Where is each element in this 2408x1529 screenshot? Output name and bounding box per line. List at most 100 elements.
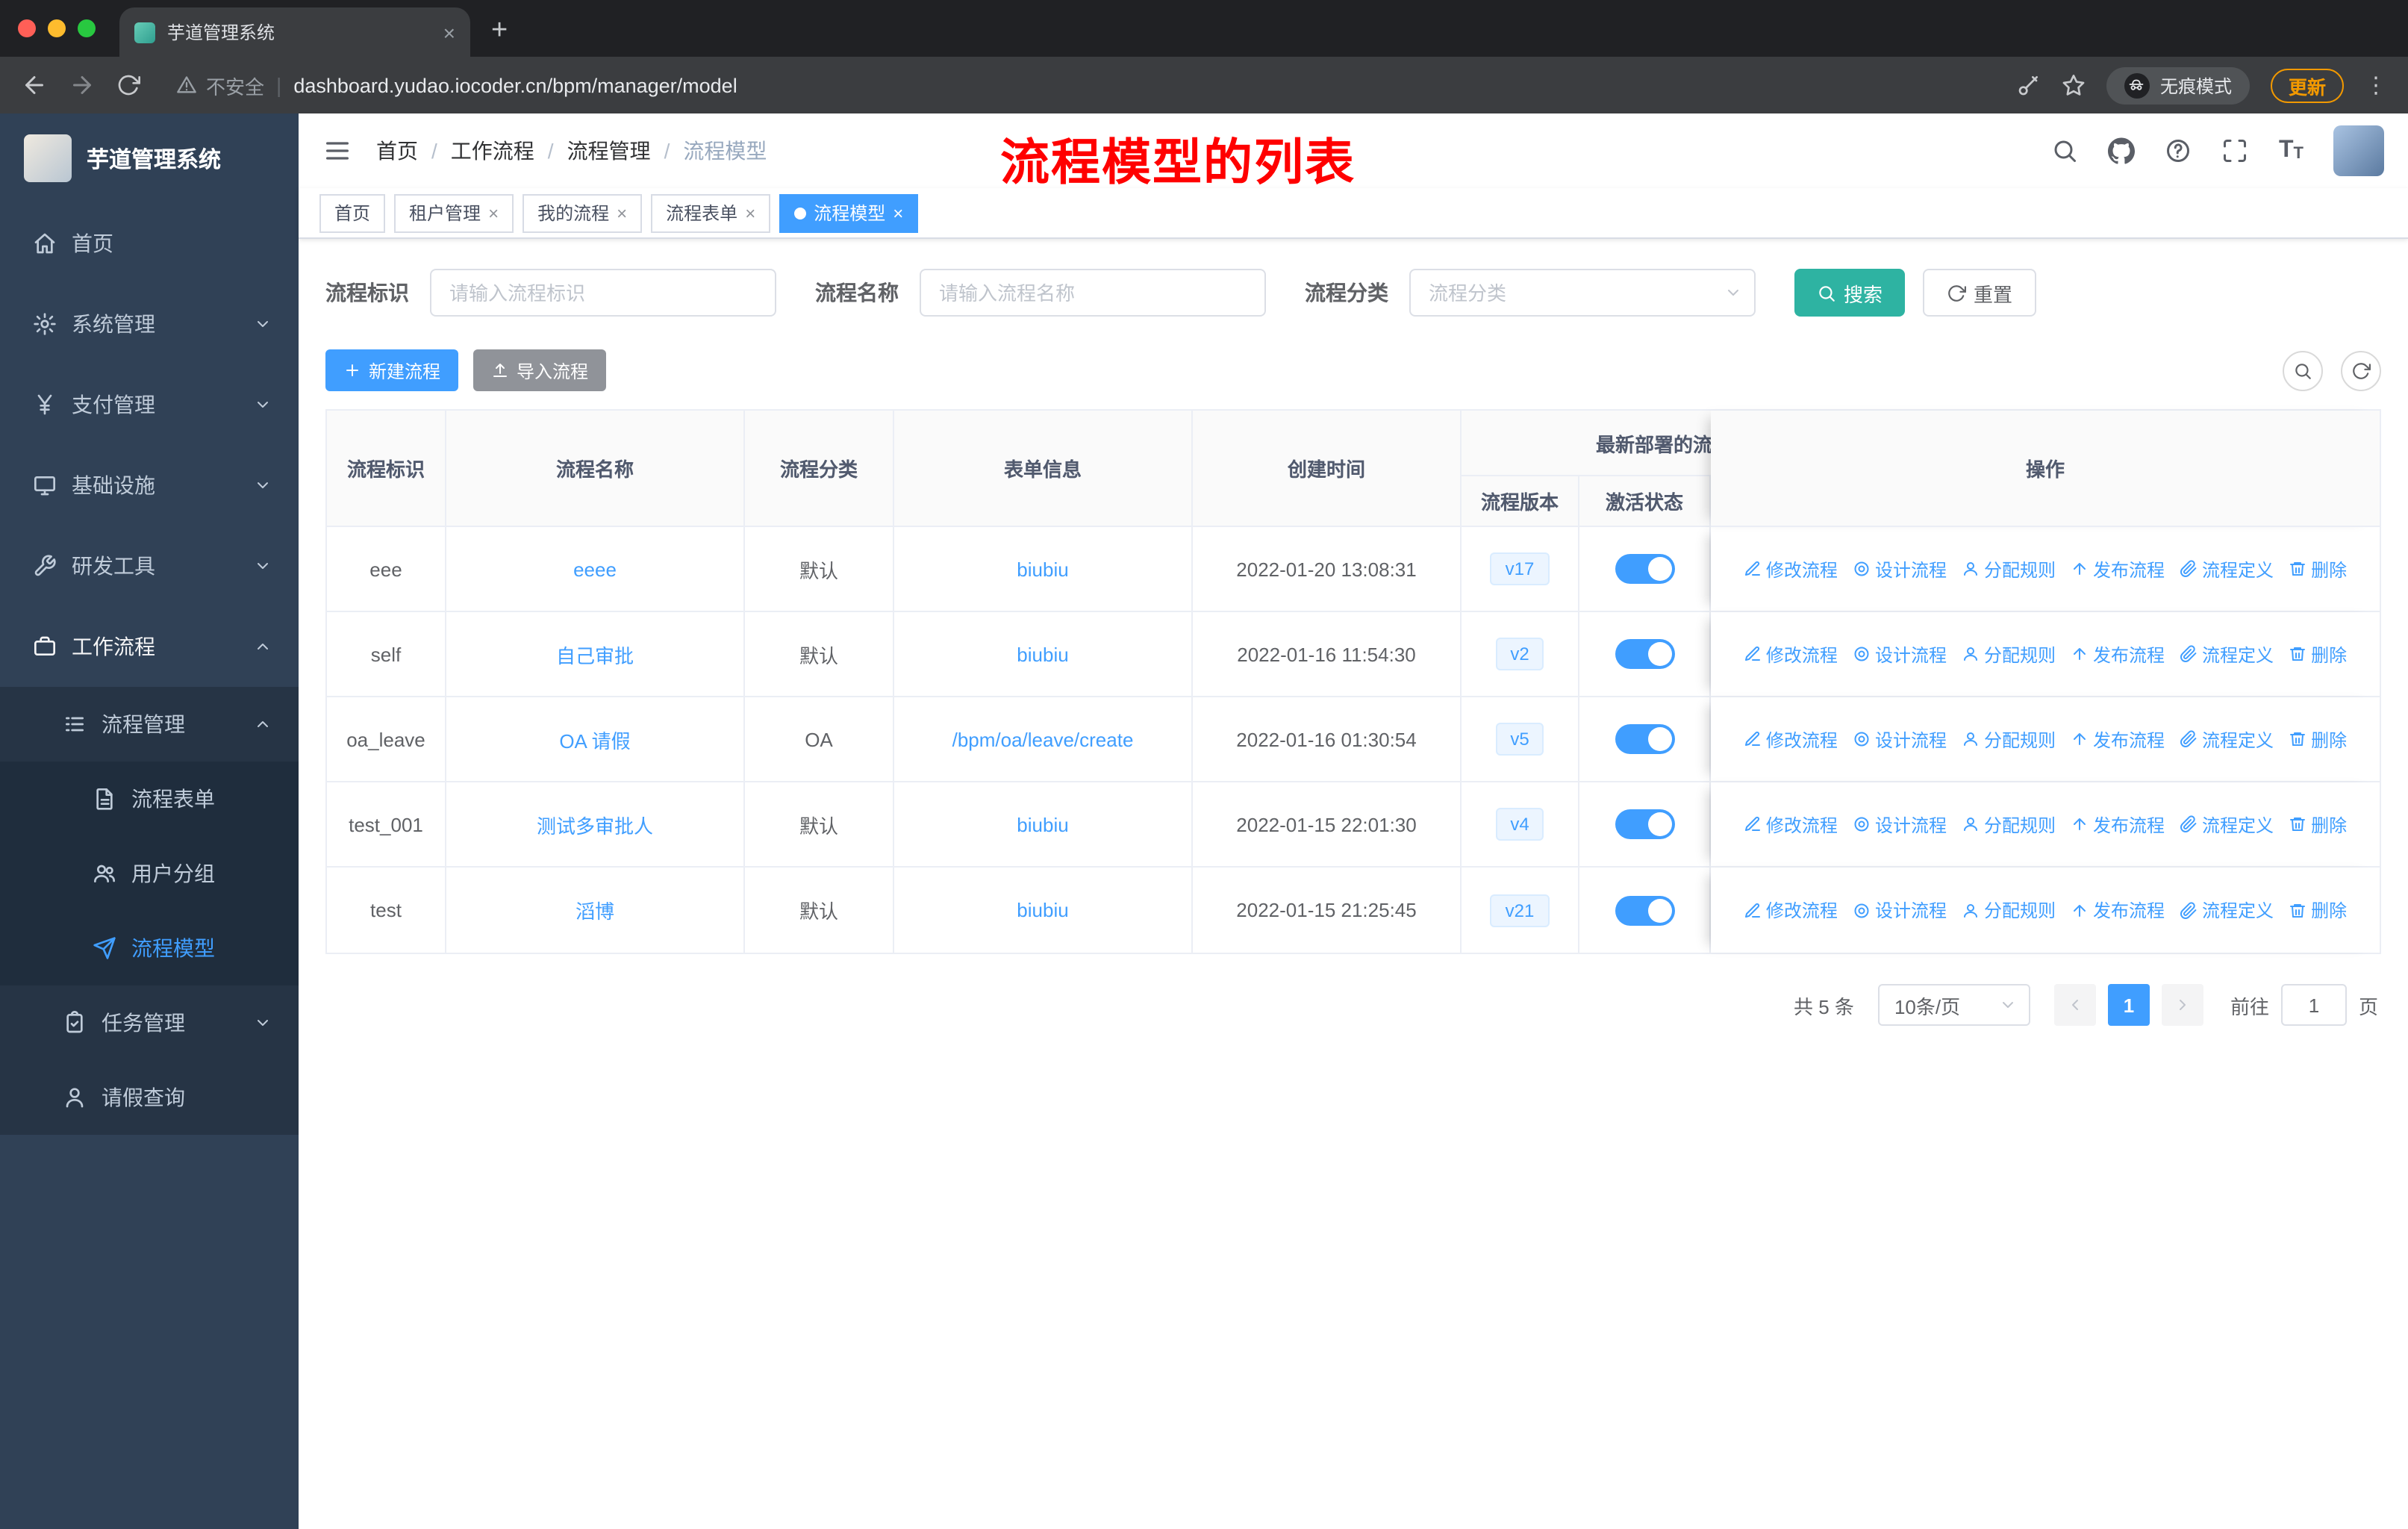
browser-menu-icon[interactable]: ⋮ xyxy=(2365,72,2387,99)
form-link[interactable]: /bpm/oa/leave/create xyxy=(952,728,1134,750)
page-size-select[interactable]: 10条/页 xyxy=(1877,984,2030,1026)
tab-close-icon[interactable]: × xyxy=(443,22,455,43)
action-publish-link[interactable]: 发布流程 xyxy=(2071,897,2165,923)
tag-my-process[interactable]: 我的流程 × xyxy=(523,193,643,232)
sidebar-item-workflow[interactable]: 工作流程 xyxy=(0,606,299,687)
active-toggle[interactable] xyxy=(1615,895,1674,925)
version-badge[interactable]: v4 xyxy=(1495,808,1544,841)
prev-page-button[interactable] xyxy=(2053,984,2096,1026)
tag-home[interactable]: 首页 xyxy=(319,193,386,232)
close-window-button[interactable] xyxy=(18,19,36,37)
browser-tab[interactable]: 芋道管理系统 × xyxy=(119,7,470,57)
close-icon[interactable]: × xyxy=(745,202,755,223)
tag-process-form[interactable]: 流程表单 × xyxy=(651,193,771,232)
reset-button[interactable]: 重置 xyxy=(1923,269,2037,317)
tag-process-model[interactable]: 流程模型 × xyxy=(779,193,919,232)
form-link[interactable]: biubiu xyxy=(1017,813,1068,835)
github-icon[interactable] xyxy=(2109,137,2136,164)
action-publish-link[interactable]: 发布流程 xyxy=(2071,726,2165,752)
chrome-update-button[interactable]: 更新 xyxy=(2270,68,2344,102)
action-edit-link[interactable]: 修改流程 xyxy=(1744,641,1838,667)
action-publish-link[interactable]: 发布流程 xyxy=(2071,556,2165,582)
sidebar-item-devtools[interactable]: 研发工具 xyxy=(0,526,299,606)
breadcrumb-workflow[interactable]: 工作流程 xyxy=(451,136,534,166)
search-icon[interactable] xyxy=(2052,137,2079,164)
action-assign-link[interactable]: 分配规则 xyxy=(1962,812,2056,837)
action-publish-link[interactable]: 发布流程 xyxy=(2071,641,2165,667)
sidebar-item-payment[interactable]: 支付管理 xyxy=(0,364,299,445)
sidebar-item-home[interactable]: 首页 xyxy=(0,203,299,284)
new-tab-button[interactable]: + xyxy=(491,16,508,45)
goto-page-input[interactable] xyxy=(2280,984,2347,1026)
sidebar-item-user-group[interactable]: 用户分组 xyxy=(0,836,299,911)
help-icon[interactable] xyxy=(2165,137,2192,164)
next-page-button[interactable] xyxy=(2161,984,2203,1026)
model-name-link[interactable]: 自己审批 xyxy=(556,640,634,668)
model-name-link[interactable]: OA 请假 xyxy=(559,725,630,753)
action-design-link[interactable]: 设计流程 xyxy=(1853,812,1947,837)
address-bar[interactable]: 不安全 | dashboard.yudao.iocoder.cn/bpm/man… xyxy=(176,71,1996,99)
action-assign-link[interactable]: 分配规则 xyxy=(1962,556,2056,582)
version-badge[interactable]: v5 xyxy=(1495,723,1544,756)
action-definition-link[interactable]: 流程定义 xyxy=(2180,641,2274,667)
incognito-badge[interactable]: 无痕模式 xyxy=(2106,66,2250,104)
action-delete-link[interactable]: 删除 xyxy=(2289,812,2347,837)
form-link[interactable]: biubiu xyxy=(1017,643,1068,665)
active-toggle[interactable] xyxy=(1615,724,1674,754)
action-publish-link[interactable]: 发布流程 xyxy=(2071,812,2165,837)
model-name-link[interactable]: eeee xyxy=(573,558,617,580)
sidebar-item-process-model[interactable]: 流程模型 xyxy=(0,911,299,985)
user-avatar[interactable] xyxy=(2333,125,2384,176)
action-assign-link[interactable]: 分配规则 xyxy=(1962,726,2056,752)
active-toggle[interactable] xyxy=(1615,809,1674,839)
action-definition-link[interactable]: 流程定义 xyxy=(2180,812,2274,837)
action-edit-link[interactable]: 修改流程 xyxy=(1744,812,1838,837)
version-badge[interactable]: v2 xyxy=(1495,638,1544,670)
action-design-link[interactable]: 设计流程 xyxy=(1853,556,1947,582)
action-definition-link[interactable]: 流程定义 xyxy=(2180,556,2274,582)
action-design-link[interactable]: 设计流程 xyxy=(1853,726,1947,752)
sidebar-collapse-icon[interactable] xyxy=(322,136,352,166)
model-name-link[interactable]: 测试多审批人 xyxy=(537,810,653,838)
current-page-button[interactable]: 1 xyxy=(2107,984,2150,1026)
security-indicator[interactable]: 不安全 xyxy=(176,71,264,99)
category-select[interactable] xyxy=(1409,269,1756,317)
model-name-link[interactable]: 滔博 xyxy=(576,896,614,924)
bookmark-star-icon[interactable] xyxy=(2062,73,2086,97)
active-toggle[interactable] xyxy=(1615,554,1674,584)
sidebar-item-process-form[interactable]: 流程表单 xyxy=(0,762,299,836)
action-design-link[interactable]: 设计流程 xyxy=(1853,897,1947,923)
sidebar-item-task-management[interactable]: 任务管理 xyxy=(0,985,299,1060)
action-definition-link[interactable]: 流程定义 xyxy=(2180,897,2274,923)
action-edit-link[interactable]: 修改流程 xyxy=(1744,556,1838,582)
tag-tenant[interactable]: 租户管理 × xyxy=(394,193,514,232)
key-icon[interactable] xyxy=(2017,73,2041,97)
sidebar-item-system[interactable]: 系统管理 xyxy=(0,284,299,364)
breadcrumb-home[interactable]: 首页 xyxy=(376,136,418,166)
version-badge[interactable]: v21 xyxy=(1490,894,1550,927)
action-definition-link[interactable]: 流程定义 xyxy=(2180,726,2274,752)
form-link[interactable]: biubiu xyxy=(1017,558,1068,580)
create-process-button[interactable]: 新建流程 xyxy=(325,349,459,391)
action-edit-link[interactable]: 修改流程 xyxy=(1744,726,1838,752)
fullscreen-icon[interactable] xyxy=(2222,137,2249,164)
maximize-window-button[interactable] xyxy=(78,19,96,37)
active-toggle[interactable] xyxy=(1615,639,1674,669)
close-icon[interactable]: × xyxy=(893,202,903,223)
close-icon[interactable]: × xyxy=(617,202,627,223)
breadcrumb-process-management[interactable]: 流程管理 xyxy=(567,136,651,166)
action-assign-link[interactable]: 分配规则 xyxy=(1962,641,2056,667)
refresh-table-button[interactable] xyxy=(2341,350,2381,390)
sidebar-item-process-management[interactable]: 流程管理 xyxy=(0,687,299,762)
action-design-link[interactable]: 设计流程 xyxy=(1853,641,1947,667)
reload-icon[interactable] xyxy=(116,73,140,97)
minimize-window-button[interactable] xyxy=(48,19,66,37)
process-name-input[interactable] xyxy=(920,269,1266,317)
action-delete-link[interactable]: 删除 xyxy=(2289,641,2347,667)
close-icon[interactable]: × xyxy=(488,202,499,223)
font-size-icon[interactable]: TT xyxy=(2279,138,2303,163)
version-badge[interactable]: v17 xyxy=(1490,552,1550,585)
search-button[interactable]: 搜索 xyxy=(1794,269,1906,317)
action-edit-link[interactable]: 修改流程 xyxy=(1744,897,1838,923)
import-process-button[interactable]: 导入流程 xyxy=(473,349,607,391)
